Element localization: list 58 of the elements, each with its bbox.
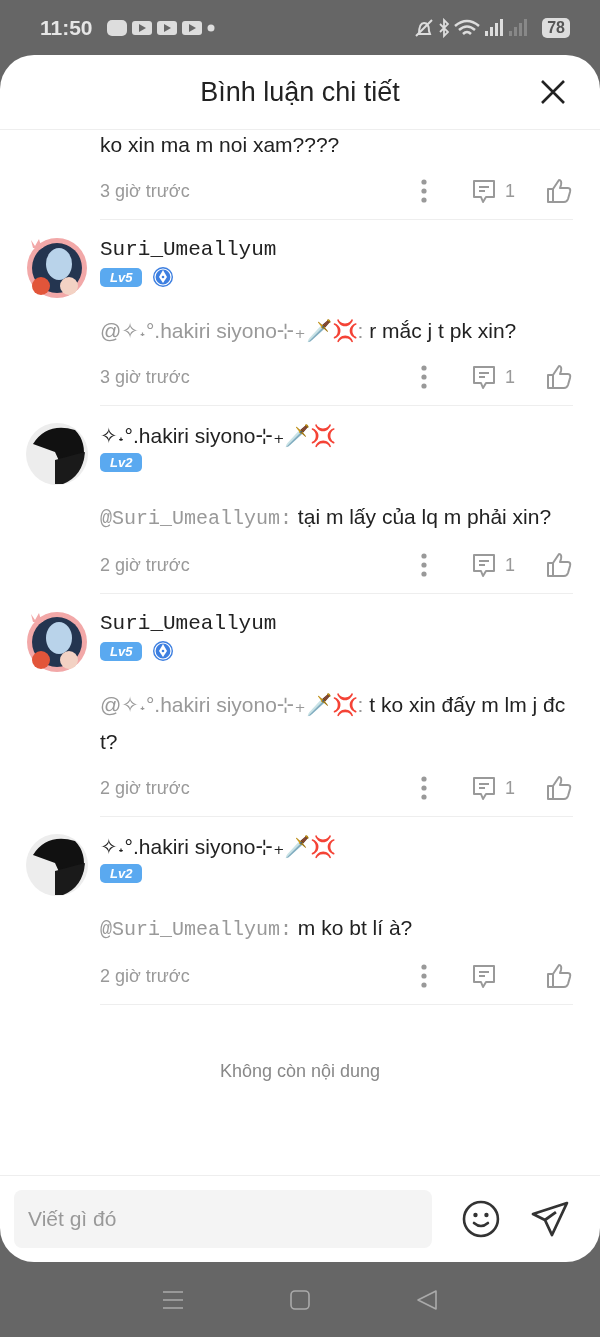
reply-count: 1 <box>505 554 515 576</box>
more-options-icon[interactable] <box>421 964 427 988</box>
wifi-icon <box>454 18 481 37</box>
send-icon[interactable] <box>530 1200 570 1238</box>
comment-time: 3 giờ trước <box>100 180 190 202</box>
back-icon[interactable] <box>415 1288 438 1311</box>
reply-icon[interactable] <box>471 364 497 390</box>
thumbs-up-icon[interactable] <box>545 363 573 391</box>
emoji-icon[interactable] <box>462 1200 501 1238</box>
chat-app-icon <box>106 19 127 36</box>
signal-icon <box>485 18 505 37</box>
more-options-icon[interactable] <box>421 776 427 800</box>
video-app-icon <box>156 20 177 35</box>
reply-icon[interactable] <box>471 178 497 204</box>
thumbs-up-icon[interactable] <box>545 774 573 802</box>
level-badge: Lv5 <box>100 641 143 661</box>
reply-count: 1 <box>505 366 515 388</box>
close-icon[interactable] <box>540 79 566 105</box>
comment-text: @Suri_Umeallyum: tại m lấy của lq m phải xin? <box>100 504 553 532</box>
video-app-icon <box>131 20 152 35</box>
thumbs-up-icon[interactable] <box>545 551 573 579</box>
user-name[interactable]: ✧˖°.hakiri siyono⊹₊🗡💢 <box>100 835 337 859</box>
video-app-icon <box>181 20 202 35</box>
reply-icon[interactable] <box>471 963 497 989</box>
level-badge: Lv2 <box>100 453 143 472</box>
user-name[interactable]: ✧˖°.hakiri siyono⊹₊🗡💢 <box>100 424 337 448</box>
thumbs-up-icon[interactable] <box>545 962 573 990</box>
sheet-title: Bình luận chi tiết <box>200 76 400 108</box>
dot-icon <box>206 23 215 32</box>
user-name[interactable]: Suri_Umeallyum <box>100 612 277 635</box>
user-name[interactable]: Suri_Umeallyum <box>100 238 277 261</box>
muted-bell-icon <box>414 17 435 38</box>
comment-text: @Suri_Umeallyum: m ko bt lí à? <box>100 915 414 943</box>
battery-level: 78 <box>542 17 570 38</box>
bluetooth-icon <box>439 17 450 38</box>
reply-icon[interactable] <box>471 552 497 578</box>
comment-time: 2 giờ trước <box>100 554 190 576</box>
thumbs-up-icon[interactable] <box>545 177 573 205</box>
reply-count: 1 <box>505 777 515 799</box>
comment-text: ko xin ma m noi xam???? <box>100 132 341 158</box>
home-icon[interactable] <box>289 1288 311 1311</box>
menu-icon[interactable] <box>162 1288 185 1311</box>
comment-time: 3 giờ trước <box>100 366 190 388</box>
comment-text: @✧˖°.hakiri siyono⊹₊🗡💢: t ko xin đấy m lm j đc t? <box>100 692 567 755</box>
level-badge: Lv5 <box>100 267 143 287</box>
level-badge: Lv2 <box>100 864 143 883</box>
comment-time: 2 giờ trước <box>100 965 190 987</box>
reply-count: 1 <box>505 180 515 202</box>
reply-icon[interactable] <box>471 775 497 801</box>
signal-icon <box>509 18 529 37</box>
comment-input-field[interactable]: Viết gì đó <box>14 1190 433 1248</box>
comment-text: @✧˖°.hakiri siyono⊹₊🗡💢: r mắc j t pk xin? <box>100 318 518 344</box>
more-options-icon[interactable] <box>421 365 427 389</box>
comment-time: 2 giờ trước <box>100 777 190 799</box>
status-time: 11:50 <box>40 15 93 40</box>
end-of-list-note: Không còn nội dung <box>218 1061 382 1082</box>
more-options-icon[interactable] <box>421 553 427 577</box>
more-options-icon[interactable] <box>421 179 427 203</box>
